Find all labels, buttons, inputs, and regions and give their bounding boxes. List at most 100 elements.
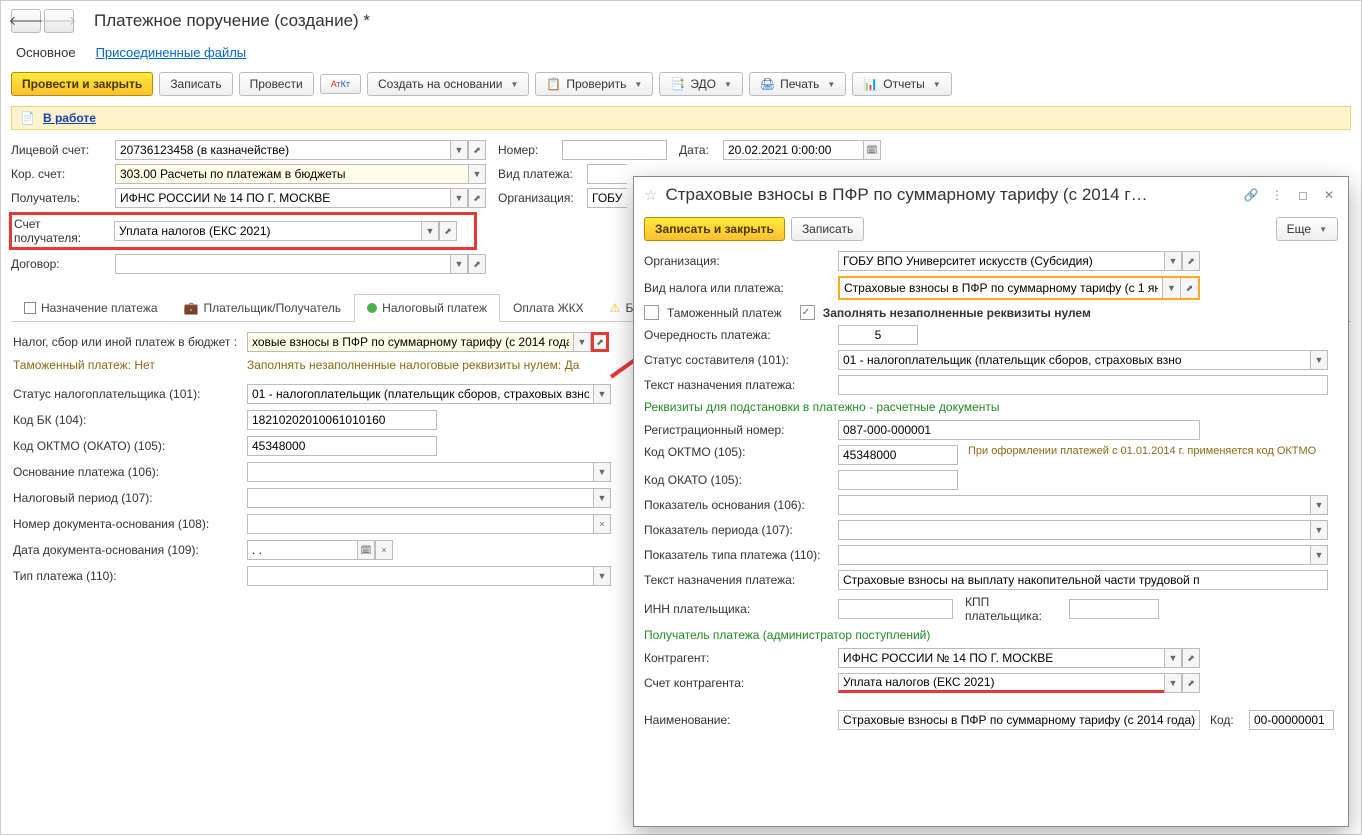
oktmo-input[interactable] — [247, 436, 437, 456]
forward-button[interactable]: 🡒 — [44, 9, 74, 33]
tab-purpose[interactable]: Назначение платежа — [11, 294, 171, 321]
reports-button[interactable]: 📊Отчеты▼ — [852, 72, 951, 96]
p-oktmo-input[interactable] — [838, 445, 958, 465]
link-icon[interactable]: 🔗 — [1242, 186, 1260, 204]
account-drop[interactable]: ▼ — [450, 140, 468, 160]
p-taxtype-open[interactable]: ⬈ — [1180, 278, 1198, 298]
p-okato-input[interactable] — [838, 470, 958, 490]
contract-drop[interactable]: ▼ — [450, 254, 468, 274]
payee-open[interactable]: ⬈ — [468, 188, 486, 208]
date-input[interactable] — [723, 140, 863, 160]
paytype-input[interactable] — [587, 164, 627, 184]
p-contragent-acc-open[interactable]: ⬈ — [1182, 673, 1200, 693]
payee-acc-drop[interactable]: ▼ — [421, 221, 439, 241]
basis-input[interactable] — [247, 462, 593, 482]
p-lbl-customs: Таможенный платеж — [667, 306, 782, 320]
p-purpose2-input[interactable] — [838, 570, 1328, 590]
p-type-input[interactable] — [838, 545, 1310, 565]
p-taxtype-input[interactable] — [840, 278, 1162, 298]
maximize-icon[interactable]: ◻ — [1294, 186, 1312, 204]
kbk-input[interactable] — [247, 410, 437, 430]
payee-drop[interactable]: ▼ — [450, 188, 468, 208]
tab-tax[interactable]: Налоговый платеж — [354, 294, 500, 322]
basis-drop[interactable]: ▼ — [593, 462, 611, 482]
save-button[interactable]: Записать — [159, 72, 232, 96]
lbl-kbk: Код БК (104): — [13, 413, 243, 427]
subnav-main[interactable]: Основное — [16, 45, 76, 60]
p-org-input[interactable] — [838, 251, 1164, 271]
p-priority-input[interactable] — [838, 325, 918, 345]
tab-zkh[interactable]: Оплата ЖКХ — [500, 294, 597, 321]
popup-save-button[interactable]: Записать — [791, 217, 864, 241]
check-button[interactable]: 📋Проверить▼ — [535, 72, 653, 96]
p-name-input[interactable] — [838, 710, 1200, 730]
p-purpose-input[interactable] — [838, 375, 1328, 395]
docdate-clear[interactable]: × — [375, 540, 393, 560]
type110-drop[interactable]: ▼ — [593, 566, 611, 586]
p-lbl-basis: Показатель основания (106): — [644, 498, 834, 512]
more-icon[interactable]: ⋮ — [1268, 186, 1286, 204]
p-basis-drop[interactable]: ▼ — [1310, 495, 1328, 515]
p-basis-input[interactable] — [838, 495, 1310, 515]
docnum-clear[interactable]: × — [593, 514, 611, 534]
docnum-input[interactable] — [247, 514, 593, 534]
account-open[interactable]: ⬈ — [468, 140, 486, 160]
koracc-input[interactable] — [115, 164, 468, 184]
p-contragent-drop[interactable]: ▼ — [1164, 648, 1182, 668]
p-regnum-input[interactable] — [838, 420, 1200, 440]
date-calendar[interactable]: 🗓 — [863, 140, 881, 160]
tax-input[interactable] — [247, 332, 573, 352]
p-contragent-input[interactable] — [838, 648, 1164, 668]
period-input[interactable] — [247, 488, 593, 508]
p-type-drop[interactable]: ▼ — [1310, 545, 1328, 565]
back-button[interactable]: 🡐 — [11, 9, 41, 33]
account-input[interactable] — [115, 140, 450, 160]
p-status-input[interactable] — [838, 350, 1310, 370]
p-fillzero-check[interactable] — [800, 305, 815, 320]
popup-more-button[interactable]: Еще▼ — [1276, 217, 1338, 241]
p-org-drop[interactable]: ▼ — [1164, 251, 1182, 271]
tax-drop[interactable]: ▼ — [573, 332, 591, 352]
payee-acc-open[interactable]: ⬈ — [439, 221, 457, 241]
status-link[interactable]: В работе — [43, 111, 96, 125]
edo-button[interactable]: 📑ЭДО▼ — [659, 72, 743, 96]
close-icon[interactable]: ✕ — [1320, 186, 1338, 204]
status101-drop[interactable]: ▼ — [593, 384, 611, 404]
subnav-files[interactable]: Присоединенные файлы — [96, 45, 247, 60]
docdate-input[interactable] — [247, 540, 357, 560]
contract-input[interactable] — [115, 254, 450, 274]
org-input[interactable] — [587, 188, 627, 208]
contract-open[interactable]: ⬈ — [468, 254, 486, 274]
koracc-drop[interactable]: ▼ — [468, 164, 486, 184]
dtkt-button[interactable]: АтКт — [320, 74, 361, 94]
payee-input[interactable] — [115, 188, 450, 208]
title-bar: 🡐 🡒 Платежное поручение (создание) * — [1, 1, 1361, 39]
p-contragent-acc-drop[interactable]: ▼ — [1164, 673, 1182, 693]
p-code-input[interactable] — [1249, 710, 1334, 730]
tab-payer[interactable]: 💼Плательщик/Получатель — [171, 294, 355, 321]
post-button[interactable]: Провести — [239, 72, 314, 96]
p-contragent-open[interactable]: ⬈ — [1182, 648, 1200, 668]
star-icon[interactable]: ☆ — [644, 186, 657, 204]
p-status-drop[interactable]: ▼ — [1310, 350, 1328, 370]
p-contragent-acc-input[interactable] — [838, 673, 1164, 693]
p-taxtype-drop[interactable]: ▼ — [1162, 278, 1180, 298]
popup-submit-button[interactable]: Записать и закрыть — [644, 217, 785, 241]
status101-input[interactable] — [247, 384, 593, 404]
submit-close-button[interactable]: Провести и закрыть — [11, 72, 153, 96]
p-customs-check[interactable] — [644, 305, 659, 320]
print-button[interactable]: 🖨Печать▼ — [749, 72, 846, 96]
number-input[interactable] — [562, 140, 667, 160]
p-org-open[interactable]: ⬈ — [1182, 251, 1200, 271]
payee-acc-input[interactable] — [114, 221, 421, 241]
p-period-input[interactable] — [838, 520, 1310, 540]
period-drop[interactable]: ▼ — [593, 488, 611, 508]
docdate-cal[interactable]: 🗓 — [357, 540, 375, 560]
tax-open[interactable]: ⬈ — [591, 332, 609, 352]
p-period-drop[interactable]: ▼ — [1310, 520, 1328, 540]
type110-input[interactable] — [247, 566, 593, 586]
create-on-button[interactable]: Создать на основании▼ — [367, 72, 529, 96]
p-lbl-status: Статус составителя (101): — [644, 353, 834, 367]
p-kpp-input[interactable] — [1069, 599, 1159, 619]
p-inn-input[interactable] — [838, 599, 953, 619]
